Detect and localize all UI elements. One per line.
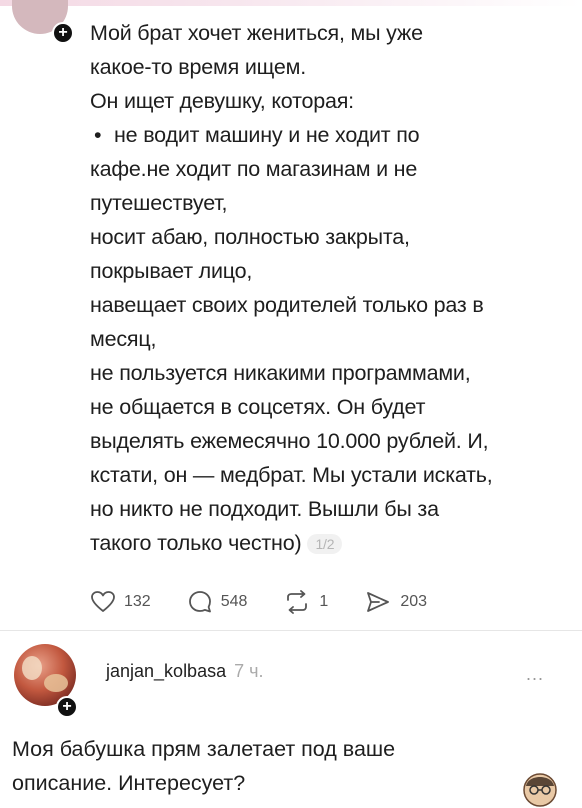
top-strip (0, 0, 582, 6)
share-icon (367, 592, 390, 612)
reply-username[interactable]: janjan_kolbasa (106, 661, 226, 681)
post-line: Мой брат хочет жениться, мы уже (90, 21, 423, 45)
share-button[interactable]: 203 (364, 589, 427, 615)
comment-icon (188, 591, 211, 613)
page-indicator: 1/2 (307, 534, 343, 555)
post-line-bullet: не водит машину и не ходит по (90, 118, 560, 152)
reply-header: janjan_kolbasa 7 ч. (106, 661, 263, 682)
repost-icon (287, 590, 308, 614)
comment-button[interactable]: 548 (187, 589, 248, 615)
post-body: Мой брат хочет жениться, мы уже какое-то… (90, 16, 560, 560)
share-count: 203 (400, 593, 428, 610)
follow-plus-icon[interactable]: + (52, 22, 74, 44)
post-line: навещает своих родителей только раз в (90, 293, 484, 317)
post-line: не общается в соцсетях. Он будет (90, 395, 426, 419)
post-line: покрывает лицо, (90, 259, 253, 283)
post-line: кстати, он — медбрат. Мы устали искать, (90, 463, 493, 487)
repost-count: 1 (319, 593, 329, 610)
post-line: не пользуется никакими программами, (90, 361, 471, 385)
comment-count: 548 (220, 593, 248, 610)
post-line-last: такого только честно) 1/2 (90, 526, 560, 560)
post-line: путешествует, (90, 191, 228, 215)
more-options-icon[interactable]: ... (526, 664, 544, 685)
reply-follow-plus-icon[interactable]: + (56, 696, 78, 718)
reply-line: описание. Интересует? (12, 771, 246, 795)
post-line: выделять ежемесячно 10.000 рублей. И, (90, 429, 489, 453)
post-line-text: такого только честно) (90, 531, 302, 555)
reply-time: 7 ч. (234, 661, 264, 681)
post-actions: 132 548 1 203 (90, 587, 463, 617)
post-line: Он ищет девушку, которая: (90, 89, 354, 113)
heart-icon (91, 591, 115, 612)
face-sticker-icon (523, 773, 557, 807)
post-line: носит абаю, полностью закрыта, (90, 225, 410, 249)
divider (0, 630, 582, 631)
post-line: какое-то время ищем. (90, 55, 306, 79)
post-line: но никто не подходит. Вышли бы за (90, 497, 439, 521)
post-line: кафе.не ходит по магазинам и не (90, 157, 418, 181)
like-count: 132 (124, 593, 151, 610)
like-button[interactable]: 132 (90, 590, 151, 614)
post-line: месяц, (90, 327, 157, 351)
repost-button[interactable]: 1 (283, 589, 328, 615)
reply-body: Моя бабушка прям залетает под ваше описа… (12, 732, 552, 800)
reply-line: Моя бабушка прям залетает под ваше (12, 737, 396, 761)
